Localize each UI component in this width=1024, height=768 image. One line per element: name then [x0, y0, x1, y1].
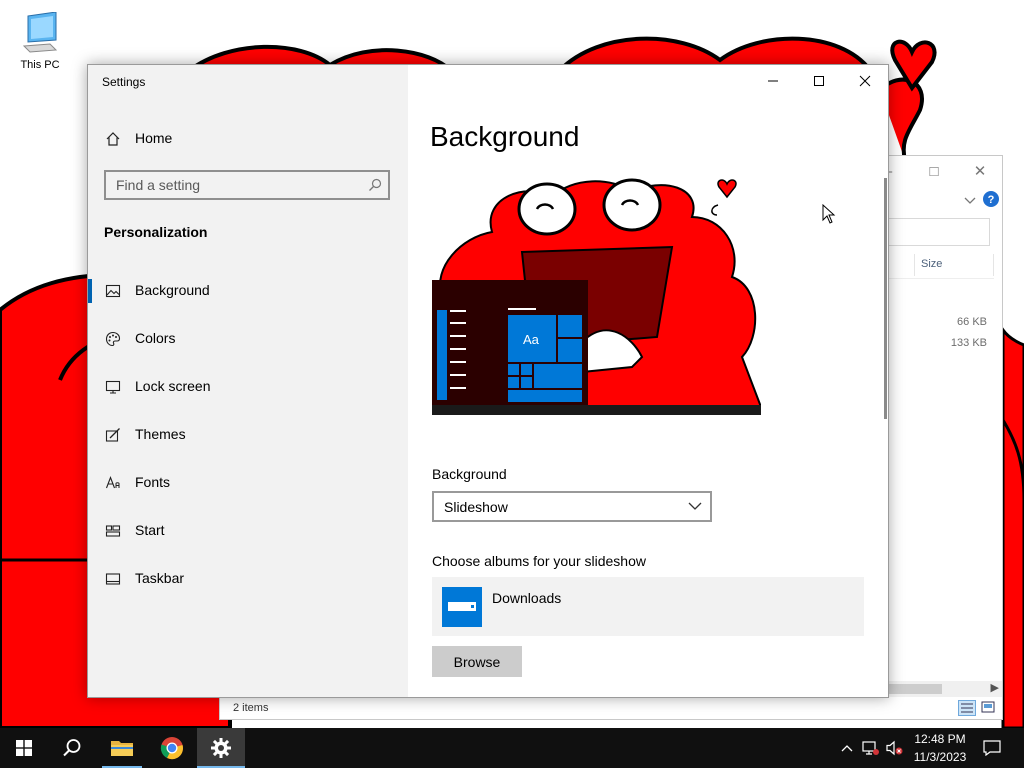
- volume-muted-icon: [886, 740, 903, 756]
- start-button[interactable]: [0, 728, 48, 768]
- close-icon: [859, 75, 871, 87]
- sidebar-item-label: Lock screen: [135, 378, 211, 394]
- explorer-status-bar: 2 items: [220, 697, 1002, 719]
- sidebar-item-themes[interactable]: Themes: [88, 415, 408, 455]
- taskbar-clock[interactable]: 12:48 PM 11/3/2023: [905, 730, 975, 766]
- notification-center-button[interactable]: [978, 728, 1006, 768]
- album-name: Downloads: [492, 590, 562, 606]
- preview-tile: Aa: [508, 315, 556, 362]
- windows-logo-icon: [16, 740, 32, 756]
- notification-icon: [983, 740, 1001, 756]
- sidebar-item-label: Colors: [135, 330, 176, 346]
- preview-start-menu: Aa: [432, 280, 588, 405]
- clock-date: 11/3/2023: [913, 750, 967, 764]
- picture-icon: [105, 284, 121, 298]
- search-icon: [63, 739, 81, 757]
- desktop-icon-label: This PC: [20, 59, 60, 71]
- sidebar-item-label: Taskbar: [135, 570, 185, 586]
- folder-icon: [111, 741, 133, 756]
- minimize-button[interactable]: [750, 65, 796, 97]
- dropdown-selected-value: Slideshow: [444, 499, 508, 515]
- column-header-size[interactable]: Size: [921, 258, 942, 270]
- sidebar-item-colors[interactable]: Colors: [88, 319, 408, 359]
- chevron-down-icon: [688, 502, 702, 510]
- search-icon[interactable]: [368, 178, 382, 192]
- folder-icon: [442, 587, 482, 627]
- scroll-right-icon[interactable]: ▶: [991, 681, 999, 694]
- background-type-label: Background: [432, 466, 507, 482]
- desktop-icon-this-pc[interactable]: This PC: [10, 10, 70, 74]
- explorer-ribbon: ?: [888, 186, 1002, 216]
- gear-icon: [211, 738, 231, 758]
- network-icon: [862, 741, 879, 755]
- settings-taskbar-button[interactable]: [197, 728, 245, 768]
- desktop: This PC – □ ✕ ? Size 66 KB 133 KB ▶: [0, 0, 1024, 728]
- settings-sidebar: Settings Home Personalization: [88, 65, 408, 697]
- details-view-icon[interactable]: [958, 700, 976, 716]
- sidebar-item-start[interactable]: Start: [88, 511, 408, 551]
- maximize-button[interactable]: [796, 65, 842, 97]
- sidebar-item-label: Themes: [135, 426, 186, 442]
- background-preview: Aa: [432, 177, 761, 415]
- maximize-icon: [814, 76, 824, 86]
- browse-button[interactable]: Browse: [432, 646, 522, 677]
- sidebar-item-label: Start: [135, 522, 165, 538]
- vertical-scrollbar[interactable]: [884, 178, 887, 419]
- page-title: Background: [430, 121, 580, 152]
- file-explorer-button[interactable]: [98, 728, 146, 768]
- section-title: Personalization: [104, 224, 208, 240]
- chrome-icon: [160, 737, 183, 760]
- settings-window[interactable]: Settings Home Personalization: [87, 64, 889, 698]
- scrollbar-thumb[interactable]: [888, 684, 942, 694]
- close-button[interactable]: [842, 65, 888, 97]
- clock-time: 12:48 PM: [914, 732, 966, 746]
- close-icon[interactable]: ✕: [957, 156, 1003, 186]
- taskbar-icon: [105, 573, 121, 585]
- taskbar: 12:48 PM 11/3/2023: [0, 728, 1024, 768]
- computer-icon: [22, 12, 58, 53]
- preview-tile-text: Aa: [523, 332, 539, 347]
- explorer-column-headers: Size: [888, 252, 994, 279]
- chevron-up-icon: [841, 745, 853, 752]
- sidebar-item-label: Background: [135, 282, 210, 298]
- item-count: 2 items: [233, 702, 269, 714]
- help-icon[interactable]: ?: [982, 190, 1000, 208]
- start-layout-icon: [105, 525, 121, 537]
- home-nav-item[interactable]: Home: [88, 123, 408, 155]
- search-button[interactable]: [48, 728, 96, 768]
- large-icons-view-icon[interactable]: [980, 700, 998, 716]
- maximize-icon[interactable]: □: [911, 156, 957, 186]
- file-size: 133 KB: [950, 337, 987, 349]
- home-label: Home: [135, 130, 173, 146]
- search-input[interactable]: [116, 177, 356, 193]
- file-size: 66 KB: [957, 316, 987, 328]
- settings-search[interactable]: [104, 170, 390, 200]
- show-hidden-icons-button[interactable]: [838, 728, 856, 768]
- horizontal-scrollbar[interactable]: ▶: [888, 681, 1002, 697]
- window-title: Settings: [102, 75, 146, 89]
- sidebar-item-taskbar[interactable]: Taskbar: [88, 559, 408, 599]
- home-icon: [106, 132, 120, 146]
- sidebar-item-fonts[interactable]: Fonts: [88, 463, 408, 503]
- background-type-dropdown[interactable]: Slideshow: [432, 491, 712, 522]
- minimize-icon: [768, 80, 778, 82]
- brush-icon: [105, 428, 120, 442]
- font-icon: [105, 475, 120, 489]
- explorer-search-input[interactable]: [888, 218, 990, 246]
- sidebar-item-lock-screen[interactable]: Lock screen: [88, 367, 408, 407]
- palette-icon: [105, 331, 121, 347]
- volume-tray-button[interactable]: [884, 728, 906, 768]
- svg-text:?: ?: [988, 194, 995, 206]
- network-tray-button[interactable]: [860, 728, 882, 768]
- albums-label: Choose albums for your slideshow: [432, 553, 646, 569]
- mouse-cursor-icon: [822, 204, 836, 224]
- lock-screen-icon: [105, 380, 121, 394]
- chevron-down-icon[interactable]: [964, 197, 976, 205]
- chrome-button[interactable]: [148, 728, 196, 768]
- sidebar-item-background[interactable]: Background: [88, 271, 408, 311]
- sidebar-item-label: Fonts: [135, 474, 171, 490]
- album-list-item[interactable]: Downloads: [432, 577, 864, 636]
